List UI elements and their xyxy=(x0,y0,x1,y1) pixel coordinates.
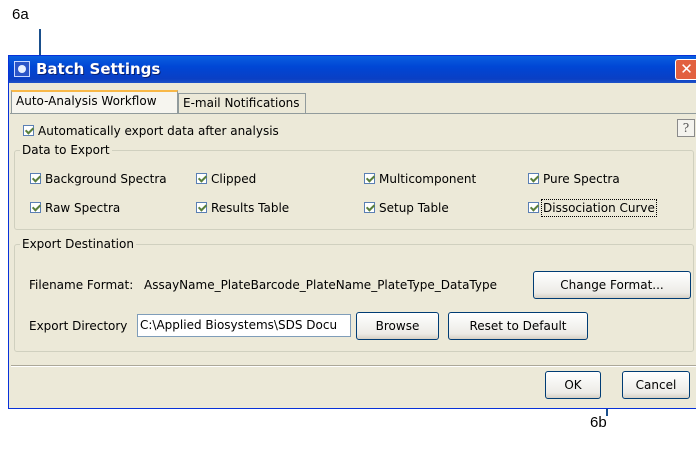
title-bar[interactable]: Batch Settings ✕ xyxy=(9,56,696,83)
ok-button[interactable]: OK xyxy=(545,371,601,399)
checkbox-label: Results Table xyxy=(211,201,290,215)
checkbox-clipped[interactable]: Clipped xyxy=(196,171,256,187)
filename-format-value: AssayName_PlateBarcode_PlateName_PlateTy… xyxy=(144,278,497,292)
tab-label: Auto-Analysis Workflow xyxy=(16,94,157,108)
checkbox-icon xyxy=(23,125,34,136)
checkbox-results-table[interactable]: Results Table xyxy=(196,200,289,216)
export-directory-input[interactable]: C:\Applied Biosystems\SDS Docu xyxy=(137,314,351,337)
checkbox-dissociation-curve[interactable]: Dissociation Curve xyxy=(528,199,657,217)
auto-export-checkbox[interactable]: Automatically export data after analysis xyxy=(23,123,279,139)
checkbox-icon xyxy=(196,173,207,184)
filename-format-label: Filename Format: xyxy=(29,278,134,292)
callout-6a: 6a xyxy=(12,6,29,23)
footer-separator xyxy=(11,365,696,367)
checkbox-icon xyxy=(528,202,539,213)
reset-to-default-button[interactable]: Reset to Default xyxy=(448,312,588,340)
checkbox-icon xyxy=(30,202,41,213)
callout-6b: 6b xyxy=(590,414,607,431)
checkbox-label: Clipped xyxy=(211,172,257,186)
cancel-button[interactable]: Cancel xyxy=(622,371,690,399)
checkbox-multicomponent[interactable]: Multicomponent xyxy=(364,171,476,187)
export-destination-legend: Export Destination xyxy=(20,237,136,251)
tab-auto-analysis-workflow[interactable]: Auto-Analysis Workflow xyxy=(11,90,178,114)
help-button[interactable]: ? xyxy=(677,119,695,137)
checkbox-icon xyxy=(364,202,375,213)
checkbox-label: Automatically export data after analysis xyxy=(38,124,279,138)
tab-label: E-mail Notifications xyxy=(183,96,300,110)
tab-email-notifications[interactable]: E-mail Notifications xyxy=(178,93,306,114)
checkbox-label: Setup Table xyxy=(379,201,449,215)
batch-settings-dialog: Batch Settings ✕ Auto-Analysis Workflow … xyxy=(8,55,696,409)
checkbox-icon xyxy=(528,173,539,184)
window-title: Batch Settings xyxy=(36,60,161,78)
change-format-button[interactable]: Change Format... xyxy=(533,271,691,299)
app-icon xyxy=(14,61,30,77)
checkbox-label: Dissociation Curve xyxy=(541,199,657,217)
browse-button[interactable]: Browse xyxy=(356,312,439,340)
export-directory-label: Export Directory xyxy=(29,319,128,333)
checkbox-background-spectra[interactable]: Background Spectra xyxy=(30,171,167,187)
close-icon[interactable]: ✕ xyxy=(675,59,696,80)
checkbox-icon xyxy=(196,202,207,213)
checkbox-label: Background Spectra xyxy=(45,172,167,186)
checkbox-setup-table[interactable]: Setup Table xyxy=(364,200,449,216)
checkbox-icon xyxy=(364,173,375,184)
checkbox-pure-spectra[interactable]: Pure Spectra xyxy=(528,171,620,187)
checkbox-raw-spectra[interactable]: Raw Spectra xyxy=(30,200,120,216)
checkbox-label: Raw Spectra xyxy=(45,201,121,215)
checkbox-label: Multicomponent xyxy=(379,172,477,186)
checkbox-label: Pure Spectra xyxy=(543,172,620,186)
data-to-export-legend: Data to Export xyxy=(20,143,112,157)
data-to-export-group xyxy=(14,150,694,230)
checkbox-icon xyxy=(30,173,41,184)
